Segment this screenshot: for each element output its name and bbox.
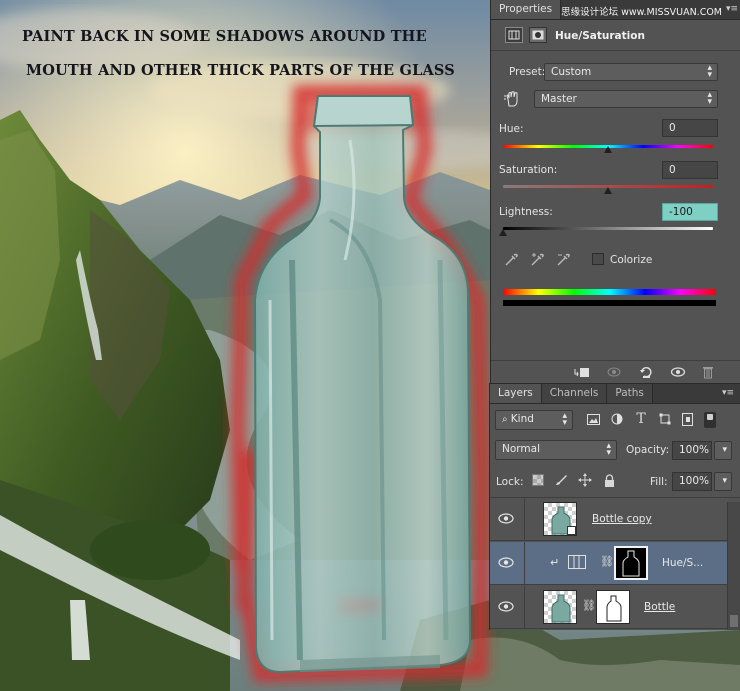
lock-all-icon[interactable] xyxy=(600,472,618,488)
select-arrows-icon: ▴ ▾ xyxy=(606,441,611,458)
tab-channels[interactable]: Channels xyxy=(541,384,608,403)
filter-toggle[interactable] xyxy=(704,412,716,428)
filter-pixel-icon[interactable] xyxy=(584,410,602,428)
kind-label: Kind xyxy=(510,413,534,425)
adjustment-layer-icon xyxy=(568,555,586,569)
layer-thumbnail xyxy=(543,590,577,624)
layer-name[interactable]: Bottle xyxy=(644,601,675,613)
clipping-arrow-icon: ↵ xyxy=(550,556,560,569)
eye-icon[interactable] xyxy=(498,601,514,612)
preset-select[interactable]: Custom ▴ ▾ xyxy=(544,63,718,81)
lock-position-move-icon[interactable] xyxy=(576,472,594,488)
view-previous-icon[interactable] xyxy=(603,364,625,380)
tab-paths[interactable]: Paths xyxy=(607,384,653,403)
caption-line-1: PAINT BACK IN SOME SHADOWS AROUND THE xyxy=(22,28,427,45)
saturation-input[interactable]: 0 xyxy=(662,161,718,179)
layers-tab-bar: Layers Channels Paths ▾≡ xyxy=(490,384,740,404)
opacity-label: Opacity: xyxy=(626,444,670,456)
fill-input[interactable]: 100% xyxy=(672,472,712,491)
reset-icon[interactable] xyxy=(635,364,657,380)
lock-transparent-icon[interactable] xyxy=(532,474,544,486)
eyedropper-plus-icon[interactable] xyxy=(527,250,547,270)
tab-properties[interactable]: Properties xyxy=(491,0,562,19)
chevron-down-icon: ▾ xyxy=(722,476,727,486)
colorize-checkbox[interactable] xyxy=(592,253,604,265)
lightness-input[interactable]: -100 xyxy=(662,203,718,221)
chain-link-icon[interactable]: ⛓ xyxy=(600,555,614,568)
layer-row-hue-saturation[interactable]: ↵ ⛓ Hue/S... xyxy=(490,542,727,585)
fill-label: Fill: xyxy=(650,476,668,488)
clip-to-layer-icon[interactable] xyxy=(571,364,593,380)
chevron-down-icon: ▾ xyxy=(722,445,727,455)
trash-icon[interactable] xyxy=(697,364,719,380)
select-arrows-icon: ▴ ▾ xyxy=(707,90,712,107)
layers-scrollbar[interactable] xyxy=(727,502,740,630)
lock-label: Lock: xyxy=(496,476,524,488)
filter-shape-icon[interactable] xyxy=(656,410,674,428)
blend-mode-value: Normal xyxy=(502,443,540,455)
properties-tab-bar: Properties 思缘设计论坛 www.MISSVUAN.COM ▾≡ xyxy=(491,0,740,20)
layer-list: Bottle copy ↵ ⛓ Hue/S... ⛓ Bottle xyxy=(490,498,727,631)
saturation-label: Saturation: xyxy=(499,164,558,176)
layers-panel-menu-icon[interactable]: ▾≡ xyxy=(722,384,740,403)
hue-input[interactable]: 0 xyxy=(662,119,718,137)
select-arrows-icon: ▴ ▾ xyxy=(707,63,712,80)
hue-slider-thumb[interactable] xyxy=(604,146,612,153)
scrollbar-thumb[interactable] xyxy=(730,615,738,627)
channel-select[interactable]: Master ▴ ▾ xyxy=(534,90,718,108)
output-spectrum-bar xyxy=(503,300,716,306)
preset-label: Preset: xyxy=(509,66,546,78)
adjustment-title: Hue/Saturation xyxy=(555,30,645,42)
layer-mask-thumbnail[interactable] xyxy=(614,546,648,580)
layers-panel: Layers Channels Paths ▾≡ ⌕ Kind ▴ ▾ T Nor… xyxy=(489,383,740,630)
fill-dropdown[interactable]: ▾ xyxy=(714,472,732,491)
chain-link-icon[interactable]: ⛓ xyxy=(582,599,596,612)
saturation-slider-thumb[interactable] xyxy=(604,187,612,194)
layer-mask-icon[interactable] xyxy=(529,27,547,43)
filter-type-icon[interactable]: T xyxy=(632,410,650,428)
preset-value: Custom xyxy=(551,66,592,78)
lightness-slider-track[interactable] xyxy=(503,227,713,230)
panel-menu-icon[interactable]: ▾≡ xyxy=(726,0,740,19)
eye-icon[interactable] xyxy=(498,513,514,524)
layer-filter-kind-select[interactable]: ⌕ Kind ▴ ▾ xyxy=(495,410,573,430)
tab-layers[interactable]: Layers xyxy=(490,384,542,403)
layer-mask-thumbnail[interactable] xyxy=(596,590,630,624)
opacity-input[interactable]: 100% xyxy=(672,441,712,460)
visibility-icon[interactable] xyxy=(667,364,689,380)
lock-image-brush-icon[interactable] xyxy=(552,472,570,488)
watermark: 思缘设计论坛 www.MISSVUAN.COM xyxy=(561,7,722,18)
layer-name[interactable]: Hue/S... xyxy=(662,557,703,569)
colorize-label: Colorize xyxy=(610,254,653,266)
hue-label: Hue: xyxy=(499,123,524,135)
opacity-dropdown[interactable]: ▾ xyxy=(714,441,732,460)
blend-mode-select[interactable]: Normal ▴ ▾ xyxy=(495,440,617,460)
filter-smart-object-icon[interactable] xyxy=(678,410,696,428)
adjustment-layer-icon[interactable] xyxy=(505,27,523,43)
channel-value: Master xyxy=(541,93,577,105)
layer-row-bottle[interactable]: ⛓ Bottle xyxy=(490,586,727,629)
lightness-slider-thumb[interactable] xyxy=(499,229,507,236)
search-icon: ⌕ xyxy=(502,414,511,425)
layer-row-bottle-copy[interactable]: Bottle copy xyxy=(490,498,727,541)
properties-panel: Properties 思缘设计论坛 www.MISSVUAN.COM ▾≡ Hu… xyxy=(490,0,740,383)
properties-bottom-toolbar xyxy=(491,362,740,383)
lightness-label: Lightness: xyxy=(499,206,553,218)
layer-name[interactable]: Bottle copy xyxy=(592,513,652,525)
filter-adjustment-icon[interactable] xyxy=(608,410,626,428)
caption-line-2: MOUTH AND OTHER THICK PARTS OF THE GLASS xyxy=(26,62,455,79)
eyedropper-minus-icon[interactable] xyxy=(553,250,573,270)
eyedropper-icon[interactable] xyxy=(501,250,521,270)
input-spectrum-bar xyxy=(503,289,716,295)
eye-icon[interactable] xyxy=(498,557,514,568)
smart-object-badge-icon xyxy=(567,526,576,535)
targeted-adjustment-hand-icon[interactable] xyxy=(501,88,523,110)
select-arrows-icon: ▴ ▾ xyxy=(562,411,567,428)
